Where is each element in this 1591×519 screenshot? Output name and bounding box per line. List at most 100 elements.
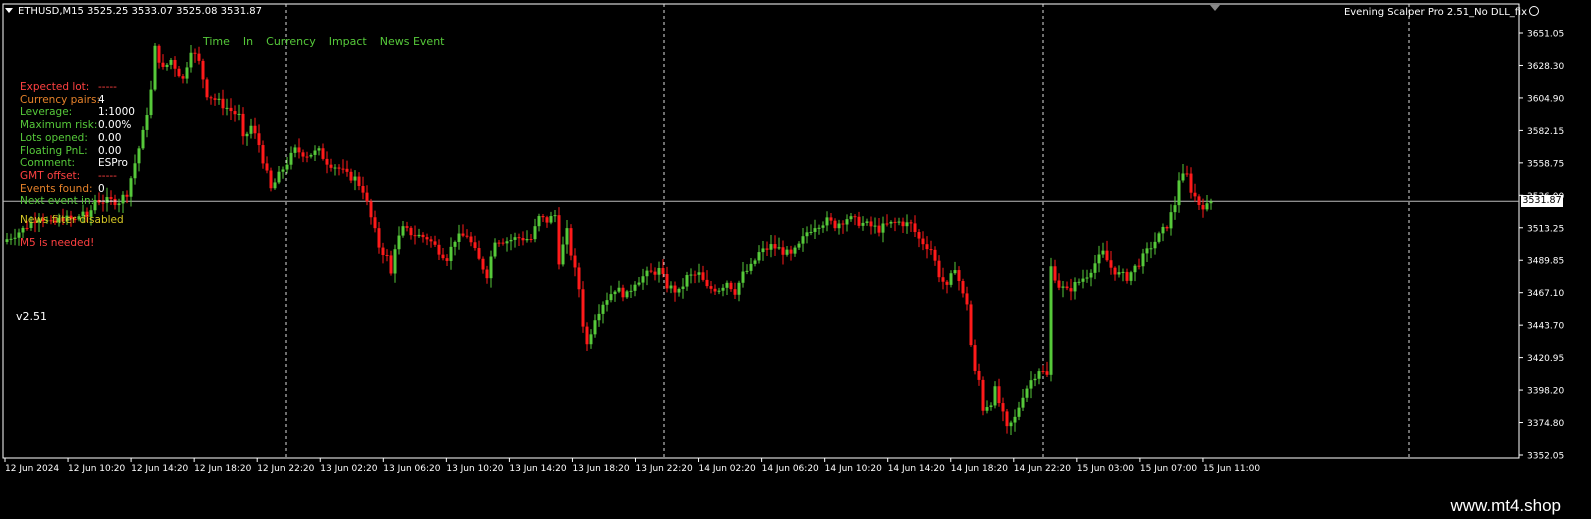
candle-body (209, 97, 213, 99)
candle-body (997, 386, 1001, 404)
m5-warning: M5 is needed! (20, 237, 95, 249)
candle-body (805, 232, 809, 237)
candle-body (949, 273, 953, 285)
candle-body (929, 249, 933, 251)
candle-body (441, 254, 445, 259)
chart-menu-icon[interactable] (5, 8, 13, 13)
info-value: 0.00 (98, 131, 122, 144)
candle-body (553, 215, 557, 217)
candle-body (1181, 173, 1185, 181)
candle-body (1045, 371, 1049, 375)
candle-body (769, 244, 773, 250)
candle-body (405, 226, 409, 228)
candle-body (1113, 267, 1117, 275)
candle-body (25, 227, 29, 229)
info-row: Lots opened: 0.00 (20, 131, 121, 144)
x-tick-label: 14 Jun 06:20 (762, 464, 819, 474)
candle-body (133, 163, 137, 179)
candle-body (765, 248, 769, 250)
candle-body (1093, 263, 1097, 273)
candle-body (885, 223, 889, 225)
candle-body (1053, 266, 1057, 281)
info-value: ----- (98, 195, 117, 208)
candle-body (1193, 192, 1197, 197)
candle-body (1037, 371, 1041, 379)
y-tick-label: 3651.05 (1527, 30, 1564, 40)
candle-body (177, 68, 181, 77)
info-label: Lots opened: (20, 131, 88, 144)
candle-body (857, 216, 861, 226)
candle-body (965, 293, 969, 305)
candle-body (969, 304, 973, 346)
candle-body (129, 178, 133, 197)
candle-body (705, 279, 709, 287)
candle-body (5, 239, 9, 242)
candle-body (261, 145, 265, 164)
news-filter-status: News filter disabled (20, 214, 124, 226)
chart-window[interactable]: 3651.053628.303604.903582.153558.753536.… (0, 0, 1591, 480)
candle-body (813, 228, 817, 232)
candle-body (301, 152, 305, 157)
candle-body (445, 258, 449, 261)
candle-body (993, 386, 997, 406)
x-tick-label: 14 Jun 18:20 (951, 464, 1008, 474)
candle-body (305, 156, 309, 158)
y-tick-label: 3352.05 (1527, 452, 1564, 462)
candle-body (613, 291, 617, 295)
candle-body (713, 288, 717, 292)
candle-body (649, 270, 653, 272)
candle-body (1153, 241, 1157, 249)
candle-body (373, 217, 377, 229)
info-label: Comment: (20, 157, 75, 170)
news-header-news-event: News Event (379, 35, 445, 48)
expert-advisor-label[interactable]: Evening Scalper Pro 2.51_No DLL_fix (1344, 6, 1539, 18)
y-tick-label: 3420.95 (1527, 354, 1564, 364)
candle-body (1085, 277, 1089, 279)
y-tick-label: 3604.90 (1527, 94, 1564, 104)
news-header-currency: Currency (266, 35, 316, 48)
candle-body (389, 255, 393, 274)
candle-body (1077, 281, 1081, 283)
candle-body (1017, 407, 1021, 417)
info-row: Events found: 0 (20, 183, 105, 195)
candle-body (729, 282, 733, 290)
candle-body (325, 158, 329, 165)
candle-body (1185, 173, 1189, 175)
candle-body (233, 111, 237, 115)
candle-body (317, 148, 321, 151)
candle-body (597, 313, 601, 321)
candle-body (313, 150, 317, 155)
candle-body (825, 217, 829, 226)
candle-body (753, 260, 757, 264)
candle-body (1157, 233, 1161, 242)
candle-body (621, 287, 625, 298)
candle-body (253, 125, 257, 134)
candle-body (897, 221, 901, 223)
info-value: ESPro (98, 157, 128, 170)
candle-body (841, 223, 845, 225)
candle-body (409, 227, 413, 236)
footer (0, 480, 1591, 519)
candle-body (517, 237, 521, 239)
price-chart[interactable]: 3651.053628.303604.903582.153558.753536.… (0, 0, 1591, 480)
shift-marker-icon[interactable] (1210, 5, 1220, 11)
candle-body (1105, 250, 1109, 261)
candle-body (201, 60, 205, 80)
candle-body (197, 53, 201, 61)
x-tick-label: 13 Jun 14:20 (509, 464, 566, 474)
candle-body (393, 249, 397, 274)
candle-body (925, 244, 929, 250)
candle-body (957, 270, 961, 282)
candle-body (341, 168, 345, 170)
y-tick-label: 3374.80 (1527, 419, 1564, 429)
candle-body (521, 238, 525, 241)
x-tick-label: 12 Jun 10:20 (68, 464, 125, 474)
candle-body (793, 247, 797, 254)
candle-body (577, 267, 581, 290)
candle-body (641, 276, 645, 283)
candle-body (549, 216, 553, 223)
candle-body (289, 152, 293, 165)
candle-body (1001, 403, 1005, 412)
x-tick-label: 15 Jun 07:00 (1140, 464, 1197, 474)
candle-body (181, 76, 185, 79)
